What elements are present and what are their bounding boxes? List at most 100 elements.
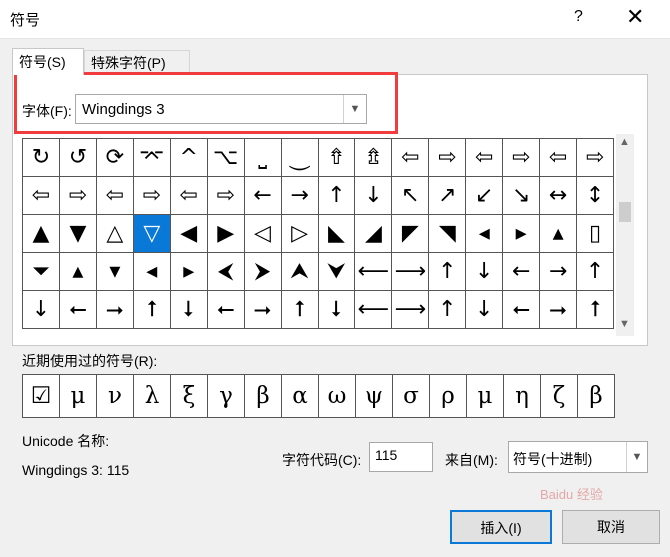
symbol-cell[interactable]: → xyxy=(281,177,319,215)
recent-symbol-cell[interactable]: ω xyxy=(319,375,356,418)
symbol-cell[interactable]: ▷ xyxy=(281,215,319,253)
close-button[interactable]: ✕ xyxy=(626,4,644,30)
symbol-cell[interactable]: ⭡ xyxy=(577,291,614,329)
recent-symbol-cell[interactable]: ζ xyxy=(541,375,578,418)
symbol-cell[interactable]: ⮜ xyxy=(207,253,245,291)
recent-symbol-cell[interactable]: ξ xyxy=(171,375,208,418)
help-button[interactable]: ? xyxy=(574,8,583,26)
symbol-cell[interactable]: ◀ xyxy=(170,215,208,253)
symbol-cell[interactable]: ⇦ xyxy=(392,139,430,177)
symbol-cell[interactable]: ⇦ xyxy=(466,139,504,177)
symbol-cell[interactable]: ▴ xyxy=(59,253,97,291)
symbol-cell[interactable]: ⮟ xyxy=(318,253,356,291)
symbol-cell[interactable]: ⭢ xyxy=(540,291,578,329)
symbol-cell[interactable]: ⟳ xyxy=(96,139,134,177)
recent-symbol-cell[interactable]: ν xyxy=(97,375,134,418)
symbol-cell[interactable]: ◤ xyxy=(392,215,430,253)
symbol-cell[interactable]: ⭠ xyxy=(207,291,245,329)
symbol-cell[interactable]: ◢ xyxy=(355,215,393,253)
symbol-cell[interactable]: ◂ xyxy=(133,253,171,291)
symbol-cell[interactable]: ⟵ xyxy=(355,291,393,329)
symbol-cell[interactable]: ⭠ xyxy=(503,291,541,329)
insert-button[interactable]: 插入(I) xyxy=(450,510,552,544)
symbol-cell[interactable]: ↑ xyxy=(429,253,467,291)
symbol-cell[interactable]: ⟶ xyxy=(392,291,430,329)
recent-symbol-cell[interactable]: β xyxy=(245,375,282,418)
symbol-cell[interactable]: ↖ xyxy=(392,177,430,215)
symbol-cell[interactable]: ⭣ xyxy=(318,291,356,329)
font-dropdown[interactable]: Wingdings 3 ▼ xyxy=(75,94,367,124)
symbol-cell[interactable]: ← xyxy=(503,253,541,291)
recent-symbol-cell[interactable]: α xyxy=(282,375,319,418)
symbol-cell[interactable]: ⟵ xyxy=(355,253,393,291)
symbol-cell[interactable]: ⇨ xyxy=(59,177,97,215)
symbol-cell[interactable]: ▸ xyxy=(503,215,541,253)
symbol-cell[interactable]: ↺ xyxy=(59,139,97,177)
recent-symbol-cell[interactable]: ψ xyxy=(356,375,393,418)
symbol-cell[interactable]: ↓ xyxy=(23,291,60,329)
symbol-cell[interactable]: ↑ xyxy=(318,177,356,215)
symbol-cell[interactable]: ⭣ xyxy=(170,291,208,329)
symbol-cell[interactable]: ⭡ xyxy=(133,291,171,329)
symbol-cell[interactable]: ↑ xyxy=(577,253,614,291)
symbol-cell[interactable]: ⌤ xyxy=(133,139,171,177)
recent-symbol-cell[interactable]: σ xyxy=(393,375,430,418)
symbol-cell[interactable]: ⇯ xyxy=(355,139,393,177)
symbol-cell[interactable]: ↑ xyxy=(429,291,467,329)
symbol-cell[interactable]: ⇨ xyxy=(577,139,614,177)
symbol-cell[interactable]: ▼ xyxy=(59,215,97,253)
recent-symbol-cell[interactable]: ☑ xyxy=(23,375,60,418)
from-dropdown[interactable]: 符号(十进制) ▼ xyxy=(508,441,648,473)
symbol-cell[interactable]: ◣ xyxy=(318,215,356,253)
recent-symbol-cell[interactable]: λ xyxy=(134,375,171,418)
scroll-down-icon[interactable]: ▼ xyxy=(619,318,630,330)
recent-symbol-cell[interactable]: μ xyxy=(60,375,97,418)
symbol-cell[interactable]: ← xyxy=(244,177,282,215)
symbol-cell[interactable]: ↓ xyxy=(355,177,393,215)
symbol-cell[interactable]: ⇨ xyxy=(429,139,467,177)
symbol-cell[interactable]: ⭠ xyxy=(59,291,97,329)
recent-symbol-cell[interactable]: η xyxy=(504,375,541,418)
tab-special-characters[interactable]: 特殊字符(P) xyxy=(84,50,190,75)
symbol-cell[interactable]: ▸ xyxy=(170,253,208,291)
recent-symbol-cell[interactable]: μ xyxy=(467,375,504,418)
symbol-cell[interactable]: ◂ xyxy=(466,215,504,253)
symbol-cell-selected[interactable]: ▽ xyxy=(133,215,171,253)
symbol-cell[interactable]: ⏝ xyxy=(281,139,319,177)
symbol-cell[interactable]: ⏷ xyxy=(23,253,60,291)
symbol-cell[interactable]: ⇦ xyxy=(170,177,208,215)
char-code-input[interactable]: 115 xyxy=(369,442,433,472)
symbol-cell[interactable]: ▯ xyxy=(577,215,614,253)
symbol-cell[interactable]: ⇨ xyxy=(503,139,541,177)
symbol-cell[interactable]: ◥ xyxy=(429,215,467,253)
symbol-cell[interactable]: ⇦ xyxy=(23,177,60,215)
symbol-cell[interactable]: ↔ xyxy=(540,177,578,215)
symbol-cell[interactable]: ↓ xyxy=(466,253,504,291)
symbol-cell[interactable]: ◁ xyxy=(244,215,282,253)
symbol-cell[interactable]: → xyxy=(540,253,578,291)
symbol-cell[interactable]: ⇦ xyxy=(540,139,578,177)
symbol-cell[interactable]: ⭢ xyxy=(244,291,282,329)
symbol-cell[interactable]: ⮝ xyxy=(281,253,319,291)
symbol-cell[interactable]: ⭢ xyxy=(96,291,134,329)
chevron-down-icon[interactable]: ▼ xyxy=(626,442,647,472)
recent-symbol-cell[interactable]: γ xyxy=(208,375,245,418)
symbol-cell[interactable]: ⇨ xyxy=(133,177,171,215)
symbol-grid-scrollbar[interactable]: ▲ ▼ xyxy=(616,134,634,336)
symbol-cell[interactable]: ⇮ xyxy=(318,139,356,177)
symbol-cell[interactable]: ▾ xyxy=(96,253,134,291)
symbol-cell[interactable]: ▲ xyxy=(23,215,60,253)
symbol-cell[interactable]: ↗ xyxy=(429,177,467,215)
symbol-cell[interactable]: ↕ xyxy=(577,177,614,215)
symbol-cell[interactable]: ⮞ xyxy=(244,253,282,291)
symbol-cell[interactable]: ⌥ xyxy=(207,139,245,177)
scroll-thumb[interactable] xyxy=(619,202,631,222)
symbol-cell[interactable]: ↓ xyxy=(466,291,504,329)
symbol-cell[interactable]: ^ xyxy=(170,139,208,177)
symbol-cell[interactable]: ⇨ xyxy=(207,177,245,215)
recent-symbol-cell[interactable]: ρ xyxy=(430,375,467,418)
recent-symbol-cell[interactable]: β xyxy=(578,375,615,418)
symbol-cell[interactable]: ▴ xyxy=(540,215,578,253)
symbol-cell[interactable]: ⇦ xyxy=(96,177,134,215)
symbol-cell[interactable]: ⎵ xyxy=(244,139,282,177)
